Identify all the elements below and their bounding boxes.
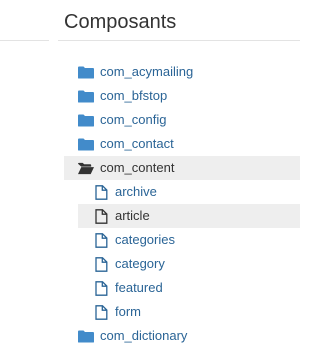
tree-item-featured[interactable]: featured	[78, 276, 300, 300]
tree-item-label: com_dictionary	[100, 328, 188, 343]
tree-item-label: featured	[115, 280, 163, 295]
tree-item-com-bfstop[interactable]: com_bfstop	[64, 84, 300, 108]
tree-item-label: com_bfstop	[100, 88, 168, 103]
tree-item-label: article	[115, 208, 150, 223]
tree-item-label: form	[115, 304, 141, 319]
file-icon	[93, 256, 109, 272]
tree-item-com-dictionary[interactable]: com_dictionary	[64, 324, 300, 348]
tree-item-archive[interactable]: archive	[78, 180, 300, 204]
file-icon	[93, 184, 109, 200]
tree-item-label: archive	[115, 184, 157, 199]
divider	[58, 40, 300, 41]
tree-item-label: categories	[115, 232, 175, 247]
tree-item-label: com_config	[100, 112, 167, 127]
tree-item-article[interactable]: article	[78, 204, 300, 228]
tree-item-com-content[interactable]: com_content	[64, 156, 300, 180]
file-icon	[93, 208, 109, 224]
tree-item-label: com_contact	[100, 136, 174, 151]
tree-item-label: com_acymailing	[100, 64, 194, 79]
tree-item-category[interactable]: category	[78, 252, 300, 276]
tree-item-com-acymailing[interactable]: com_acymailing	[64, 60, 300, 84]
folder-icon	[78, 64, 94, 80]
folder-icon	[78, 112, 94, 128]
panel-title: Composants	[64, 11, 177, 33]
component-tree-panel: Composants com_acymailing com_bfstop com…	[0, 0, 300, 350]
folder-icon	[78, 136, 94, 152]
tree-item-categories[interactable]: categories	[78, 228, 300, 252]
file-icon	[93, 304, 109, 320]
tree-item-form[interactable]: form	[78, 300, 300, 324]
tree-item-com-config[interactable]: com_config	[64, 108, 300, 132]
file-icon	[93, 280, 109, 296]
tree-item-label: com_content	[100, 160, 175, 175]
file-icon	[93, 232, 109, 248]
folder-icon	[78, 328, 94, 344]
tree-item-label: category	[115, 256, 165, 271]
folder-icon	[78, 88, 94, 104]
folder-open-icon	[78, 160, 94, 176]
tree-item-com-contact[interactable]: com_contact	[64, 132, 300, 156]
divider	[0, 40, 49, 41]
